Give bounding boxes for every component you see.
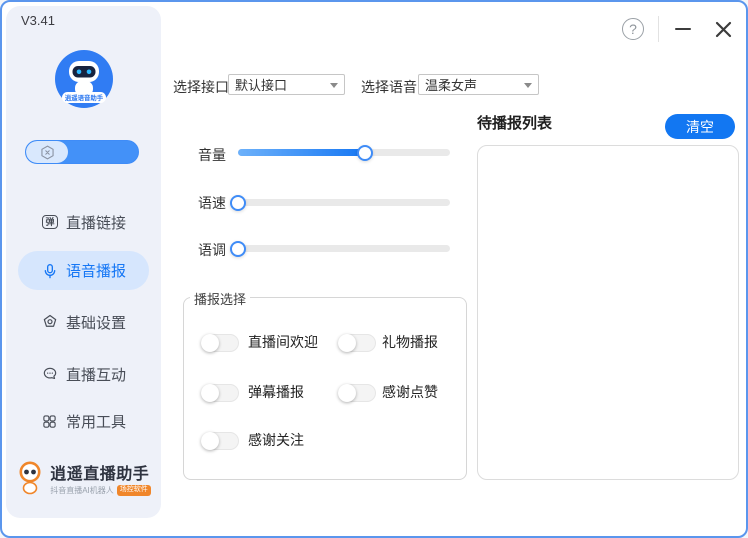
chat-bubble-icon (41, 365, 59, 383)
pitch-slider[interactable] (238, 245, 450, 252)
sidebar-item-live-link[interactable]: 弹 直播链接 (6, 209, 161, 235)
sidebar-item-common-tools[interactable]: 常用工具 (6, 408, 161, 434)
power-switch-knob (26, 141, 68, 163)
queue-list (477, 145, 739, 480)
toggle-knob (338, 334, 356, 352)
speed-label: 语速 (198, 193, 226, 213)
voice-select-label: 选择语音: (361, 77, 421, 97)
voice-select[interactable]: 温柔女声 (418, 74, 539, 95)
brand-mascot-icon (16, 461, 44, 495)
interface-select[interactable]: 默认接口 (228, 74, 345, 95)
minimize-icon (675, 28, 691, 31)
broadcast-selection-legend: 播报选择 (190, 289, 250, 308)
speed-slider-handle[interactable] (230, 195, 246, 211)
chevron-down-icon (524, 83, 532, 88)
brand-subtitle: 抖音直播AI机器人 (50, 485, 114, 496)
question-mark-icon: ? (629, 21, 637, 37)
version-label: V3.41 (21, 13, 55, 28)
toggle-gift-broadcast[interactable] (338, 334, 376, 352)
interface-select-value: 默认接口 (235, 75, 287, 94)
toggle-thank-likes[interactable] (338, 384, 376, 402)
sidebar-item-label: 基础设置 (66, 312, 126, 333)
pitch-slider-handle[interactable] (230, 241, 246, 257)
tools-grid-icon (41, 412, 59, 430)
toggle-room-welcome-label: 直播间欢迎 (248, 333, 318, 351)
help-button[interactable]: ? (622, 18, 644, 40)
brand-badge: 场控软件 (117, 485, 151, 495)
sidebar-item-label: 直播互动 (66, 364, 126, 385)
sidebar-item-label: 常用工具 (66, 411, 126, 432)
danmaku-bubble-icon: 弹 (41, 213, 59, 231)
hexagon-x-icon (40, 145, 55, 160)
microphone-icon (41, 262, 59, 280)
toggle-knob (201, 334, 219, 352)
interface-select-label: 选择接口: (173, 77, 233, 97)
volume-slider[interactable] (238, 149, 450, 156)
close-icon (715, 21, 732, 38)
sidebar-item-live-interaction[interactable]: 直播互动 (6, 361, 161, 387)
sidebar-item-label: 直播链接 (66, 212, 126, 233)
brand-name: 逍遥直播助手 (50, 460, 151, 484)
sidebar: V3.41 逍遥语音助手 弹 直播链接 (6, 6, 161, 518)
chevron-down-icon (330, 83, 338, 88)
toggle-gift-broadcast-label: 礼物播报 (382, 333, 438, 351)
sidebar-item-basic-settings[interactable]: 基础设置 (6, 309, 161, 335)
voice-select-value: 温柔女声 (425, 75, 477, 94)
toggle-thank-follow[interactable] (201, 432, 239, 450)
app-logo: 逍遥语音助手 (55, 50, 113, 108)
queue-title: 待播报列表 (477, 112, 552, 133)
volume-label: 音量 (198, 145, 226, 165)
toggle-knob (201, 384, 219, 402)
brand-footer: 逍遥直播助手 抖音直播AI机器人 场控软件 (6, 460, 161, 496)
app-window: V3.41 逍遥语音助手 弹 直播链接 (0, 0, 748, 538)
toggle-danmaku-broadcast-label: 弹幕播报 (248, 383, 304, 401)
clear-queue-button[interactable]: 清空 (665, 114, 735, 139)
close-button[interactable] (712, 18, 734, 40)
minimize-button[interactable] (673, 19, 693, 39)
svg-text:逍遥语音助手: 逍遥语音助手 (64, 93, 103, 102)
toggle-room-welcome[interactable] (201, 334, 239, 352)
toggle-knob (201, 432, 219, 450)
sidebar-item-label: 语音播报 (66, 260, 126, 281)
toggle-knob (338, 384, 356, 402)
titlebar-divider (658, 16, 659, 42)
settings-icon (41, 313, 59, 331)
volume-slider-handle[interactable] (357, 145, 373, 161)
sidebar-item-voice-broadcast[interactable]: 语音播报 (18, 251, 149, 290)
pitch-label: 语调 (198, 240, 226, 260)
assistant-power-switch[interactable] (25, 140, 139, 164)
toggle-thank-follow-label: 感谢关注 (248, 431, 304, 449)
volume-slider-fill (238, 149, 365, 156)
toggle-thank-likes-label: 感谢点赞 (382, 383, 438, 401)
toggle-danmaku-broadcast[interactable] (201, 384, 239, 402)
speed-slider[interactable] (238, 199, 450, 206)
